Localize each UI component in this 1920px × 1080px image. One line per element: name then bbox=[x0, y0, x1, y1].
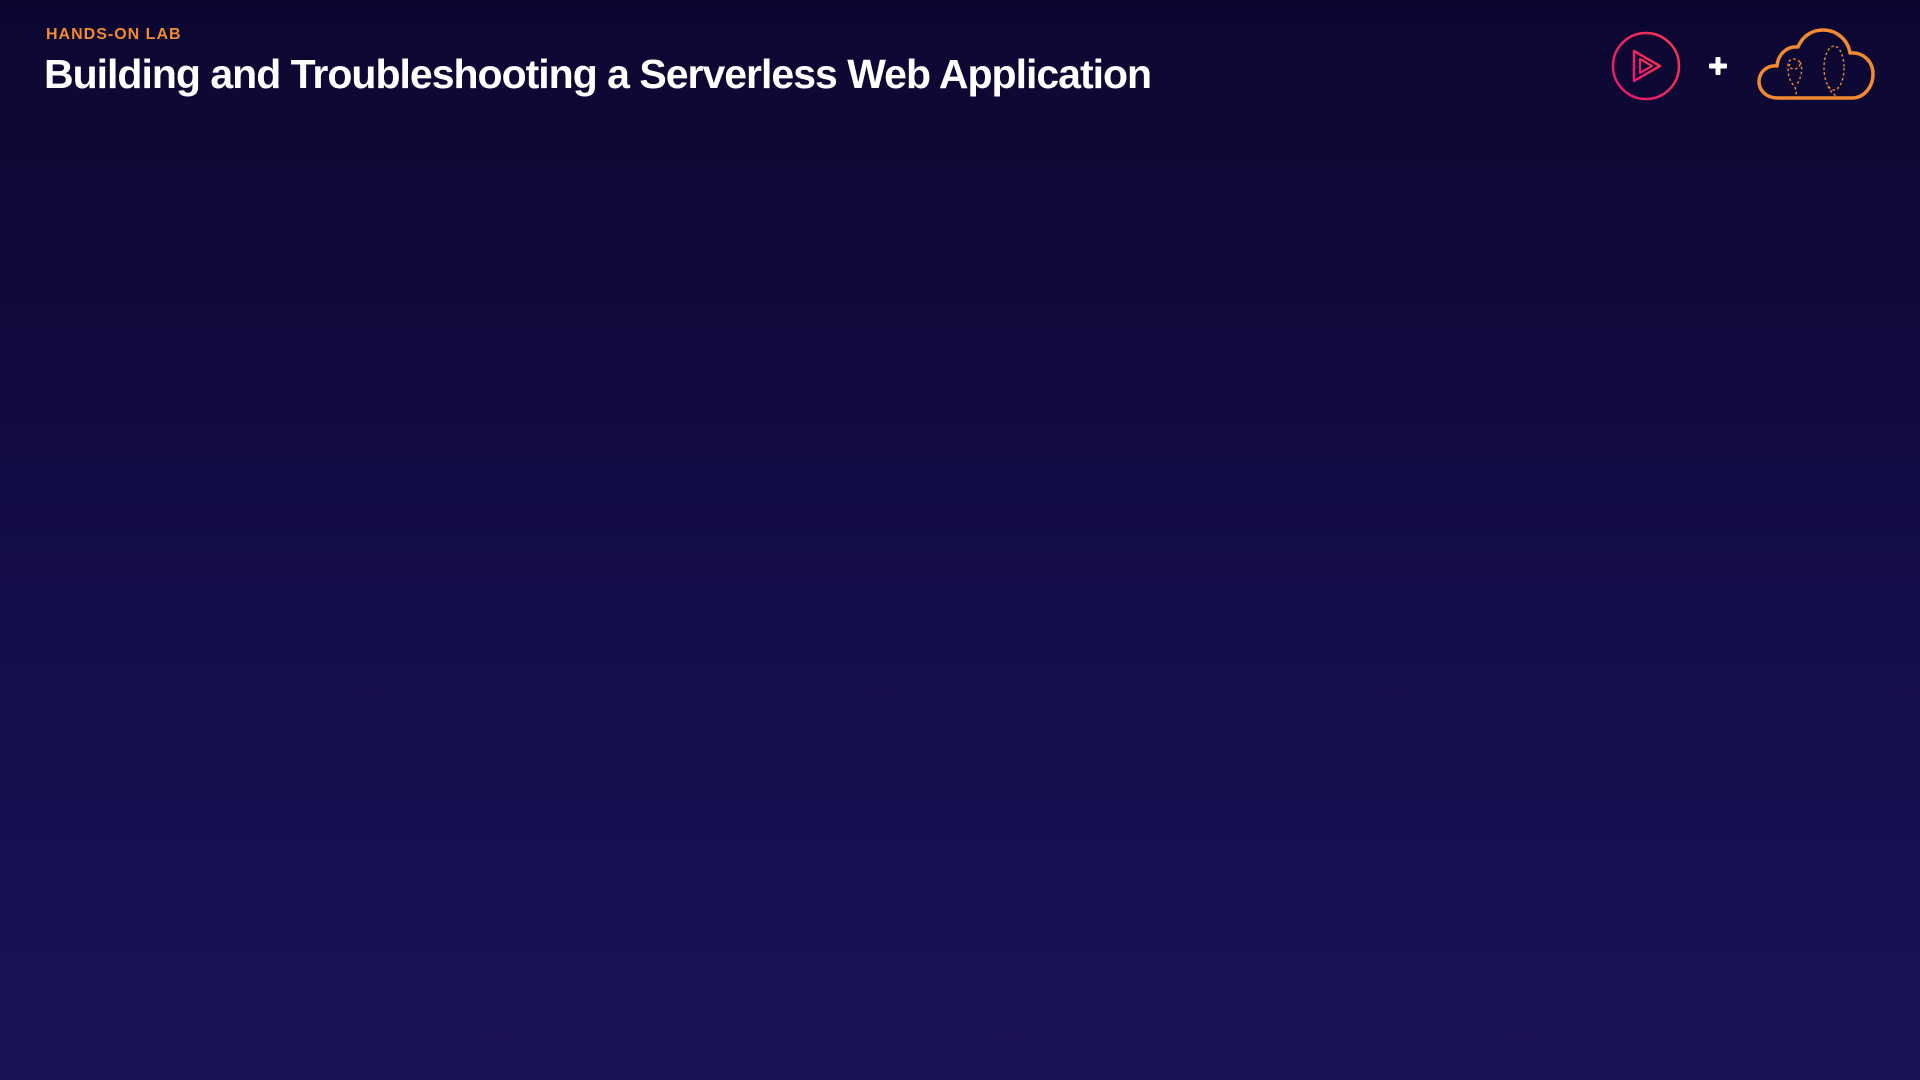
logo-group bbox=[1610, 28, 1876, 104]
eyebrow-label: HANDS-ON LAB bbox=[46, 26, 182, 43]
play-circle-icon bbox=[1611, 31, 1681, 101]
slide-title: Building and Troubleshooting a Serverles… bbox=[44, 51, 1152, 97]
cloud-icon bbox=[1757, 28, 1875, 100]
plus-icon bbox=[1709, 57, 1727, 75]
slide-header: HANDS-ON LAB Building and Troubleshootin… bbox=[44, 24, 1152, 100]
